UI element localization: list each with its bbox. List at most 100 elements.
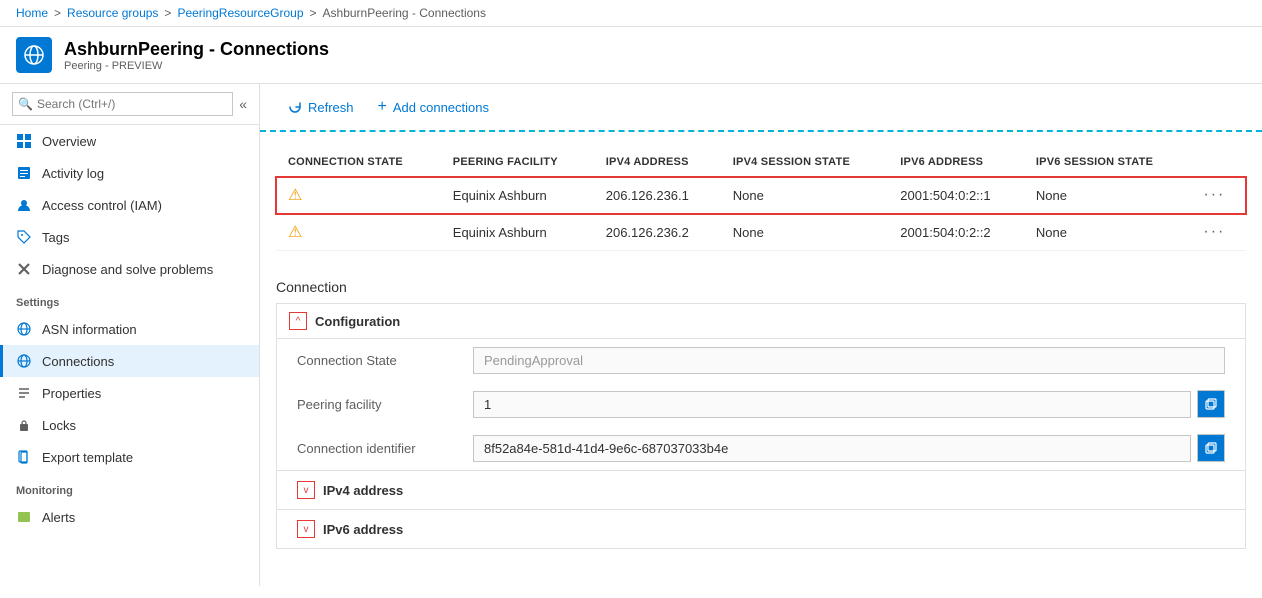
ipv6-section: v IPv6 address <box>277 509 1245 548</box>
sidebar-alerts-label: Alerts <box>42 510 75 525</box>
overview-icon <box>16 133 32 149</box>
sidebar-locks-label: Locks <box>42 418 76 433</box>
breadcrumb-peering-resource-group[interactable]: PeeringResourceGroup <box>177 6 303 20</box>
sidebar-diagnose-label: Diagnose and solve problems <box>42 262 213 277</box>
ipv4-section-header[interactable]: v IPv4 address <box>277 471 1245 509</box>
diagnose-icon <box>16 261 32 277</box>
col-ipv6-address: IPV6 ADDRESS <box>888 148 1024 177</box>
add-icon: + <box>378 98 387 116</box>
table-row[interactable]: ⚠ Equinix Ashburn 206.126.236.2 None 200… <box>276 214 1246 251</box>
sidebar-properties-label: Properties <box>42 386 101 401</box>
row2-dots[interactable]: ··· <box>1191 214 1246 251</box>
sidebar-item-access-control[interactable]: Access control (IAM) <box>0 189 259 221</box>
row1-more-button[interactable]: ··· <box>1203 186 1225 204</box>
connections-table: CONNECTION STATE PEERING FACILITY IPV4 A… <box>276 148 1246 251</box>
refresh-button[interactable]: Refresh <box>276 94 366 121</box>
sidebar-item-diagnose[interactable]: Diagnose and solve problems <box>0 253 259 285</box>
connection-id-copy-button[interactable] <box>1197 434 1225 462</box>
alerts-icon <box>16 509 32 525</box>
row1-facility: Equinix Ashburn <box>441 177 594 214</box>
sidebar-item-properties[interactable]: Properties <box>0 377 259 409</box>
col-ipv6-session: IPV6 SESSION STATE <box>1024 148 1192 177</box>
connection-id-input[interactable] <box>473 435 1191 462</box>
row2-ipv6: 2001:504:0:2::2 <box>888 214 1024 251</box>
row2-ipv4: 206.126.236.2 <box>594 214 721 251</box>
connections-table-container: CONNECTION STATE PEERING FACILITY IPV4 A… <box>260 132 1262 267</box>
tags-icon <box>16 229 32 245</box>
sidebar-item-activity-log[interactable]: Activity log <box>0 157 259 189</box>
sidebar: 🔍 « Overview Activity log Access control… <box>0 84 260 586</box>
search-input[interactable] <box>12 92 233 116</box>
breadcrumb: Home > Resource groups > PeeringResource… <box>0 0 1262 27</box>
connection-id-label: Connection identifier <box>297 441 457 456</box>
breadcrumb-current: AshburnPeering - Connections <box>323 6 486 20</box>
row2-ipv4-session: None <box>721 214 889 251</box>
collapse-sidebar-button[interactable]: « <box>239 96 247 112</box>
config-expand-icon[interactable]: ^ <box>289 312 307 330</box>
row1-state: ⚠ <box>276 177 441 214</box>
row2-state: ⚠ <box>276 214 441 251</box>
add-label: Add connections <box>393 100 489 115</box>
page-subtitle: Peering - PREVIEW <box>64 60 329 72</box>
row1-ipv4: 206.126.236.1 <box>594 177 721 214</box>
sidebar-item-asn-info[interactable]: ASN information <box>0 313 259 345</box>
settings-section-label: Settings <box>0 285 259 313</box>
toolbar: Refresh + Add connections <box>260 84 1262 132</box>
peering-facility-copy-button[interactable] <box>1197 390 1225 418</box>
ipv6-section-label: IPv6 address <box>323 522 403 537</box>
config-panel: ^ Configuration Connection State Peering… <box>276 303 1246 549</box>
copy-icon <box>1205 398 1217 410</box>
ipv4-expand-icon[interactable]: v <box>297 481 315 499</box>
row2-ipv6-session: None <box>1024 214 1192 251</box>
connections-icon <box>16 353 32 369</box>
peering-facility-input-group <box>473 390 1225 418</box>
sidebar-item-alerts[interactable]: Alerts <box>0 501 259 533</box>
locks-icon <box>16 417 32 433</box>
ipv4-section: v IPv4 address <box>277 470 1245 509</box>
sidebar-activity-log-label: Activity log <box>42 166 104 181</box>
properties-icon <box>16 385 32 401</box>
sidebar-export-label: Export template <box>42 450 133 465</box>
connection-id-input-group <box>473 434 1225 462</box>
breadcrumb-home[interactable]: Home <box>16 6 48 20</box>
sidebar-item-export-template[interactable]: Export template <box>0 441 259 473</box>
row1-dots[interactable]: ··· <box>1191 177 1246 214</box>
sidebar-overview-label: Overview <box>42 134 96 149</box>
connection-state-label: Connection State <box>297 353 457 368</box>
add-connections-button[interactable]: + Add connections <box>366 92 501 122</box>
sidebar-item-locks[interactable]: Locks <box>0 409 259 441</box>
access-control-icon <box>16 197 32 213</box>
refresh-label: Refresh <box>308 100 354 115</box>
row1-ipv4-session: None <box>721 177 889 214</box>
breadcrumb-resource-groups[interactable]: Resource groups <box>67 6 158 20</box>
sidebar-item-tags[interactable]: Tags <box>0 221 259 253</box>
config-section-header[interactable]: ^ Configuration <box>277 304 1245 339</box>
ipv4-section-label: IPv4 address <box>323 483 403 498</box>
sidebar-asn-info-label: ASN information <box>42 322 137 337</box>
connection-state-input[interactable] <box>473 347 1225 374</box>
col-ipv4-session: IPV4 SESSION STATE <box>721 148 889 177</box>
ipv6-section-header[interactable]: v IPv6 address <box>277 510 1245 548</box>
peering-facility-row: Peering facility <box>277 382 1245 426</box>
sidebar-connections-label: Connections <box>42 354 114 369</box>
ipv6-expand-icon[interactable]: v <box>297 520 315 538</box>
config-section-label: Configuration <box>315 314 400 329</box>
sidebar-item-connections[interactable]: Connections <box>0 345 259 377</box>
sidebar-search-container: 🔍 « <box>0 84 259 125</box>
warning-icon-2: ⚠ <box>288 224 302 241</box>
row2-more-button[interactable]: ··· <box>1203 223 1225 241</box>
table-row[interactable]: ⚠ Equinix Ashburn 206.126.236.1 None 200… <box>276 177 1246 214</box>
monitoring-section-label: Monitoring <box>0 473 259 501</box>
col-peering-facility: PEERING FACILITY <box>441 148 594 177</box>
warning-icon: ⚠ <box>288 187 302 204</box>
peering-facility-label: Peering facility <box>297 397 457 412</box>
header-icon <box>16 37 52 73</box>
sidebar-item-overview[interactable]: Overview <box>0 125 259 157</box>
page-header: AshburnPeering - Connections Peering - P… <box>0 27 1262 84</box>
sidebar-tags-label: Tags <box>42 230 69 245</box>
activity-log-icon <box>16 165 32 181</box>
col-actions <box>1191 148 1246 177</box>
connection-state-input-group <box>473 347 1225 374</box>
detail-section: Connection ^ Configuration Connection St… <box>260 267 1262 565</box>
peering-facility-input[interactable] <box>473 391 1191 418</box>
